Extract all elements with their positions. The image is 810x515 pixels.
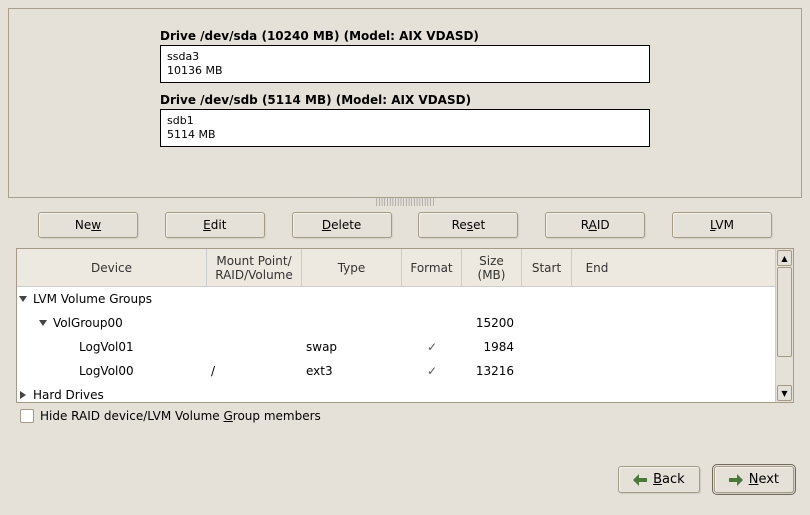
col-size[interactable]: Size(MB) xyxy=(462,249,522,286)
check-icon: ✓ xyxy=(427,340,437,354)
hide-raid-checkbox[interactable] xyxy=(20,409,34,423)
drive-sdb-partition[interactable]: sdb1 5114 MB xyxy=(160,109,650,147)
check-icon: ✓ xyxy=(427,364,437,378)
col-start[interactable]: Start xyxy=(522,249,572,286)
scroll-up-button[interactable]: ▲ xyxy=(777,250,792,266)
format-cell: ✓ xyxy=(402,364,462,378)
pane-grip[interactable]: |||||||||||||||||||||| xyxy=(8,197,802,206)
type-cell: swap xyxy=(302,340,402,354)
table-row[interactable]: LogVol01 swap ✓ 1984 xyxy=(17,335,775,359)
col-end[interactable]: End xyxy=(572,249,622,286)
drive-sda-title: Drive /dev/sda (10240 MB) (Model: AIX VD… xyxy=(160,29,650,43)
drive-sda-partition[interactable]: ssda3 10136 MB xyxy=(160,45,650,83)
partition-name: sdb1 xyxy=(167,114,643,128)
scroll-down-button[interactable]: ▼ xyxy=(777,385,792,401)
table-header: Device Mount Point/RAID/Volume Type Form… xyxy=(17,249,775,287)
arrow-left-icon xyxy=(633,474,647,486)
back-button[interactable]: Back xyxy=(618,466,700,493)
drives-panel: Drive /dev/sda (10240 MB) (Model: AIX VD… xyxy=(8,8,802,198)
size-cell: 1984 xyxy=(462,340,522,354)
drive-sdb-title: Drive /dev/sdb (5114 MB) (Model: AIX VDA… xyxy=(160,93,650,107)
drive-sdb: Drive /dev/sdb (5114 MB) (Model: AIX VDA… xyxy=(160,93,650,147)
device-name: VolGroup00 xyxy=(53,316,123,330)
format-cell: ✓ xyxy=(402,340,462,354)
partition-size: 10136 MB xyxy=(167,64,643,78)
footer: Back Next xyxy=(8,429,802,507)
hide-raid-checkbox-row: Hide RAID device/LVM Volume Group member… xyxy=(8,403,802,429)
device-name: Hard Drives xyxy=(33,388,104,402)
device-name: LVM Volume Groups xyxy=(33,292,152,306)
col-extra xyxy=(622,249,775,286)
new-button[interactable]: New xyxy=(38,212,138,238)
drive-sda: Drive /dev/sda (10240 MB) (Model: AIX VD… xyxy=(160,29,650,83)
device-name: LogVol00 xyxy=(79,364,134,378)
expand-toggle-icon[interactable] xyxy=(37,318,49,328)
hide-raid-label: Hide RAID device/LVM Volume Group member… xyxy=(40,409,321,423)
mount-cell: / xyxy=(207,364,302,378)
expand-toggle-icon[interactable] xyxy=(17,294,29,304)
partition-size: 5114 MB xyxy=(167,128,643,142)
scroll-track[interactable] xyxy=(776,267,793,384)
col-type[interactable]: Type xyxy=(302,249,402,286)
action-button-row: New Edit Delete Reset RAID LVM xyxy=(8,208,802,248)
scrollbar[interactable]: ▲ ▼ xyxy=(775,249,793,402)
partition-table: Device Mount Point/RAID/Volume Type Form… xyxy=(16,248,794,403)
type-cell: ext3 xyxy=(302,364,402,378)
table-body[interactable]: LVM Volume Groups VolGroup00 15200 LogVol01… xyxy=(17,287,775,402)
table-row[interactable]: LogVol00 /ext3 ✓ 13216 xyxy=(17,359,775,383)
raid-button[interactable]: RAID xyxy=(545,212,645,238)
delete-button[interactable]: Delete xyxy=(292,212,392,238)
col-device[interactable]: Device xyxy=(17,249,207,286)
device-name: LogVol01 xyxy=(79,340,134,354)
col-mount[interactable]: Mount Point/RAID/Volume xyxy=(207,249,302,286)
next-button[interactable]: Next xyxy=(714,466,794,493)
table-row[interactable]: VolGroup00 15200 xyxy=(17,311,775,335)
lvm-button[interactable]: LVM xyxy=(672,212,772,238)
arrow-right-icon xyxy=(729,474,743,486)
partition-name: ssda3 xyxy=(167,50,643,64)
table-row[interactable]: Hard Drives xyxy=(17,383,775,402)
edit-button[interactable]: Edit xyxy=(165,212,265,238)
expand-toggle-icon[interactable] xyxy=(17,390,29,400)
reset-button[interactable]: Reset xyxy=(418,212,518,238)
size-cell: 15200 xyxy=(462,316,522,330)
scroll-thumb[interactable] xyxy=(777,267,792,357)
size-cell: 13216 xyxy=(462,364,522,378)
table-row[interactable]: LVM Volume Groups xyxy=(17,287,775,311)
col-format[interactable]: Format xyxy=(402,249,462,286)
